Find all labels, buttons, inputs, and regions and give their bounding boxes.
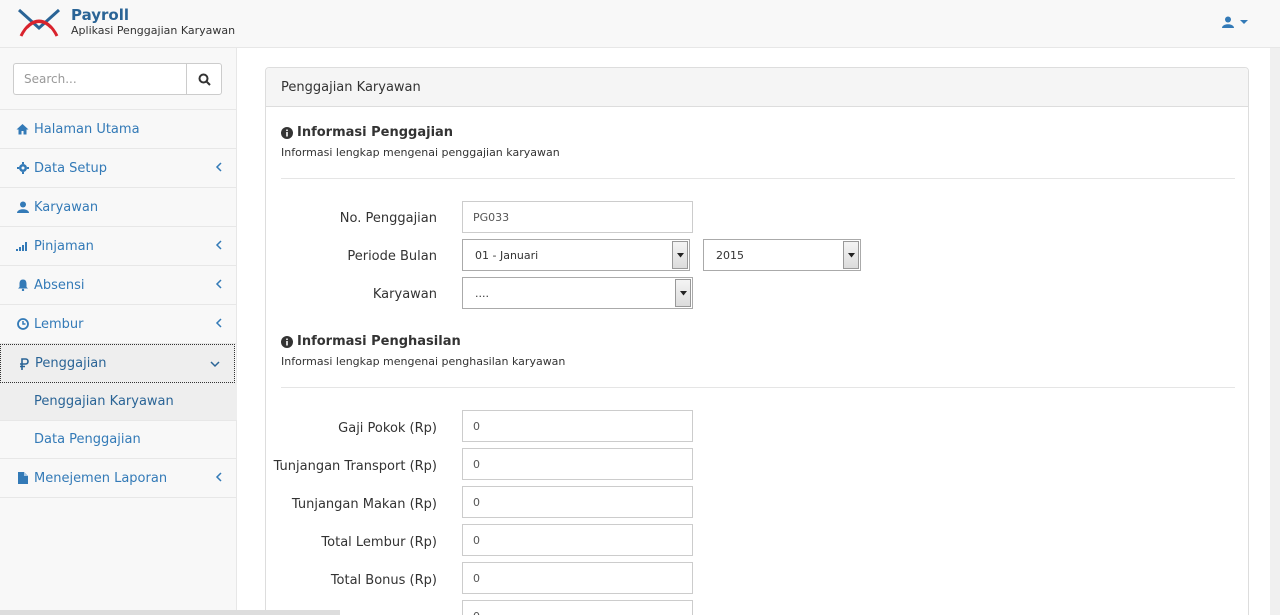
signal-icon [16, 240, 29, 253]
caret-down-icon [679, 290, 687, 295]
sidebar: Halaman Utama Data Setup Karyawan Pinjam… [0, 48, 237, 615]
caret-down-icon [847, 252, 855, 257]
brand-title: Payroll [71, 6, 130, 24]
clock-icon [16, 318, 29, 331]
total-lembur-input[interactable] [462, 524, 693, 556]
sidebar-item-label: Menejemen Laporan [34, 470, 168, 486]
user-icon [1222, 16, 1234, 28]
caret-down-icon [676, 252, 684, 257]
chevron-left-icon [215, 472, 222, 482]
sidebar-item-label: Penggajian [35, 356, 107, 371]
file-icon [16, 472, 29, 485]
section-title-text: Informasi Penggajian [297, 125, 454, 140]
horizontal-scrollbar[interactable] [0, 610, 340, 615]
tahun-select[interactable]: 2015 [703, 239, 861, 271]
sidebar-item-label: Absensi [34, 277, 85, 293]
total-lembur-label: Total Lembur (Rp) [321, 535, 437, 550]
sidebar-item-label: Halaman Utama [34, 121, 140, 137]
chevron-left-icon [215, 240, 222, 250]
section-subtitle: Informasi lengkap mengenai penggajian ka… [281, 146, 560, 159]
gaji-pokok-input[interactable] [462, 410, 693, 442]
sidebar-item-halaman-utama[interactable]: Halaman Utama [0, 110, 237, 149]
karyawan-select-value: .... [475, 287, 489, 300]
gear-icon [16, 162, 29, 175]
main-content: Penggajian Karyawan Informasi Penggajian… [237, 48, 1280, 615]
gaji-pokok-label: Gaji Pokok (Rp) [338, 421, 437, 436]
chevron-left-icon [215, 318, 222, 328]
submenu-item-data-penggajian[interactable]: Data Penggajian [0, 421, 237, 459]
search-button[interactable] [186, 63, 222, 95]
bulan-select-value: 01 - Januari [475, 249, 539, 262]
search-icon [198, 73, 211, 86]
sidebar-item-lembur[interactable]: Lembur [0, 305, 237, 344]
sidebar-item-menejemen-laporan[interactable]: Menejemen Laporan [0, 459, 237, 498]
divider [281, 387, 1235, 388]
brand-subtitle: Aplikasi Penggajian Karyawan [71, 24, 236, 37]
total-bonus-input[interactable] [462, 562, 693, 594]
sidebar-search [13, 63, 222, 95]
brand[interactable]: Payroll Aplikasi Penggajian Karyawan [17, 6, 235, 40]
sidebar-item-data-setup[interactable]: Data Setup [0, 149, 237, 188]
panel-heading: Penggajian Karyawan [266, 68, 1248, 107]
total-bonus-label: Total Bonus (Rp) [330, 573, 437, 588]
chevron-left-icon [215, 279, 222, 289]
no-penggajian-input[interactable] [462, 201, 693, 233]
bulan-select[interactable]: 01 - Januari [462, 239, 690, 271]
no-penggajian-label: No. Penggajian [339, 211, 437, 226]
select-arrow [672, 241, 688, 269]
chevron-down-icon [210, 361, 220, 368]
tunjangan-makan-label: Tunjangan Makan (Rp) [291, 497, 437, 512]
chevron-left-icon [215, 162, 222, 172]
sidebar-menu: Halaman Utama Data Setup Karyawan Pinjam… [0, 109, 237, 498]
tunjangan-transport-label: Tunjangan Transport (Rp) [273, 459, 437, 474]
section-title-informasi-penggajian: Informasi Penggajian [281, 125, 453, 140]
sidebar-item-penggajian[interactable]: Penggajian [0, 344, 235, 383]
sidebar-item-absensi[interactable]: Absensi [0, 266, 237, 305]
sidebar-item-label: Lembur [34, 316, 84, 332]
vertical-scrollbar[interactable] [1270, 48, 1280, 615]
sidebar-item-label: Data Setup [34, 160, 108, 176]
select-arrow [843, 241, 859, 269]
periode-bulan-label: Periode Bulan [347, 249, 437, 264]
info-circle-icon [281, 335, 293, 348]
sidebar-item-pinjaman[interactable]: Pinjaman [0, 227, 237, 266]
payroll-form-panel: Penggajian Karyawan Informasi Penggajian… [265, 67, 1249, 615]
sidebar-item-label: Pinjaman [34, 238, 94, 254]
sidebar-item-label: Karyawan [34, 199, 99, 215]
info-circle-icon [281, 126, 293, 139]
sidebar-item-karyawan[interactable]: Karyawan [0, 188, 237, 227]
total-pinjaman-input[interactable] [462, 600, 693, 615]
section-title-informasi-penghasilan: Informasi Penghasilan [281, 334, 461, 349]
section-title-text: Informasi Penghasilan [297, 334, 461, 349]
tahun-select-value: 2015 [716, 249, 744, 262]
divider [281, 178, 1235, 179]
user-menu-dropdown[interactable] [1222, 16, 1250, 28]
home-icon [16, 123, 29, 136]
section-subtitle: Informasi lengkap mengenai penghasilan k… [281, 355, 566, 368]
user-icon [16, 201, 29, 214]
caret-down-icon [1240, 20, 1248, 24]
tunjangan-transport-input[interactable] [462, 448, 693, 480]
payroll-logo-icon [17, 8, 61, 37]
tunjangan-makan-input[interactable] [462, 486, 693, 518]
karyawan-label: Karyawan [372, 287, 437, 302]
karyawan-select[interactable]: .... [462, 277, 693, 309]
submenu-item-penggajian-karyawan[interactable]: Penggajian Karyawan [0, 383, 237, 421]
search-input[interactable] [13, 63, 186, 95]
ruble-icon [17, 357, 30, 370]
select-arrow [675, 279, 691, 307]
bell-icon [16, 279, 29, 292]
top-navbar: Payroll Aplikasi Penggajian Karyawan [0, 0, 1280, 48]
